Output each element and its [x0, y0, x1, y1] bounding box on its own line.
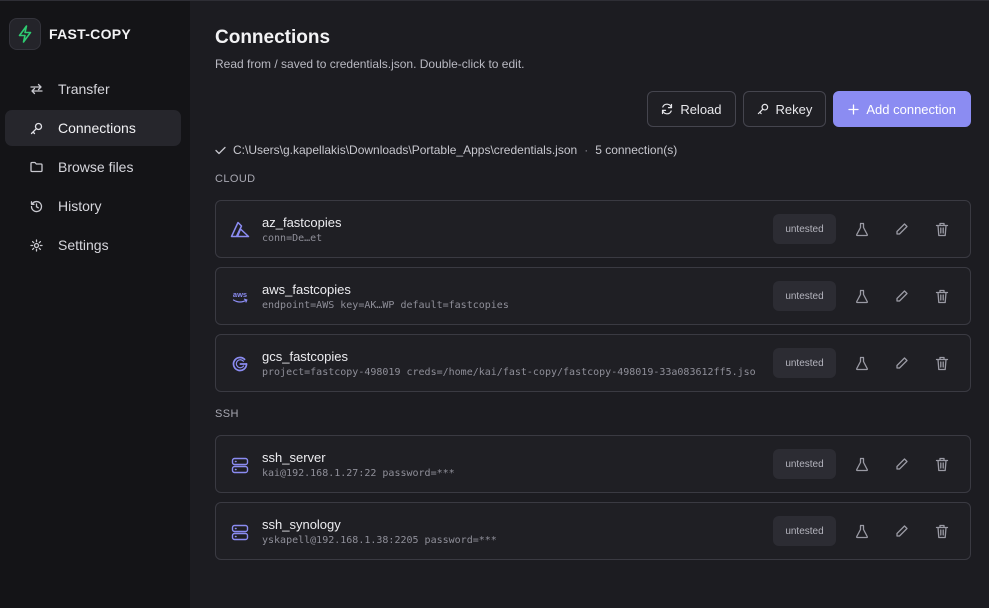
- edit-pencil-icon[interactable]: [892, 219, 912, 239]
- sidebar-nav: Transfer Connections Browse files Histor…: [5, 71, 181, 266]
- connection-name: aws_fastcopies: [262, 282, 351, 297]
- toolbar: Reload Rekey Add connection: [647, 91, 971, 127]
- connection-detail: yskapell@192.168.1.38:2205 password=***: [262, 535, 497, 546]
- connection-card-ssh-server[interactable]: ssh_server kai@192.168.1.27:22 password=…: [215, 435, 971, 493]
- brand: FAST-COPY: [9, 18, 131, 50]
- aws-icon: aws: [230, 287, 250, 307]
- delete-trash-icon[interactable]: [932, 286, 952, 306]
- test-flask-icon[interactable]: [852, 286, 872, 306]
- section-heading-ssh: SSH: [215, 408, 239, 420]
- test-flask-icon[interactable]: [852, 521, 872, 541]
- sidebar-item-label: History: [58, 198, 102, 214]
- connection-detail: project=fastcopy-498019 creds=/home/kai/…: [262, 367, 756, 378]
- key-icon: [29, 121, 43, 135]
- gear-icon: [29, 238, 43, 252]
- edit-pencil-icon[interactable]: [892, 521, 912, 541]
- app-name: FAST-COPY: [49, 26, 132, 42]
- sidebar-item-history[interactable]: History: [5, 188, 181, 224]
- connection-count: 5 connection(s): [595, 143, 678, 157]
- credentials-status: C:\Users\g.kapellakis\Downloads\Portable…: [215, 143, 677, 157]
- add-connection-label: Add connection: [866, 101, 956, 117]
- server-icon: [230, 455, 250, 475]
- reload-label: Reload: [680, 101, 722, 117]
- sidebar-item-label: Transfer: [58, 81, 110, 97]
- edit-pencil-icon[interactable]: [892, 353, 912, 373]
- edit-pencil-icon[interactable]: [892, 454, 912, 474]
- arrows-swap-icon: [29, 82, 43, 96]
- status-badge: untested: [773, 214, 836, 244]
- sidebar: FAST-COPY Transfer Connections Browse fi…: [0, 1, 190, 608]
- refresh-icon: [661, 103, 673, 115]
- connection-name: ssh_server: [262, 450, 326, 465]
- credentials-path: C:\Users\g.kapellakis\Downloads\Portable…: [233, 143, 578, 157]
- status-badge: untested: [773, 281, 836, 311]
- server-icon: [230, 522, 250, 542]
- delete-trash-icon[interactable]: [932, 521, 952, 541]
- connection-name: gcs_fastcopies: [262, 349, 348, 364]
- sidebar-item-settings[interactable]: Settings: [5, 227, 181, 263]
- sidebar-item-label: Settings: [58, 237, 109, 253]
- history-icon: [29, 199, 43, 213]
- connection-detail: endpoint=AWS key=AK…WP default=fastcopie…: [262, 300, 509, 311]
- connection-detail: kai@192.168.1.27:22 password=***: [262, 468, 455, 479]
- delete-trash-icon[interactable]: [932, 454, 952, 474]
- folder-icon: [29, 160, 43, 174]
- status-separator: ·: [584, 143, 589, 157]
- delete-trash-icon[interactable]: [932, 219, 952, 239]
- connection-card-gcs[interactable]: gcs_fastcopies project=fastcopy-498019 c…: [215, 334, 971, 392]
- status-badge: untested: [773, 449, 836, 479]
- lightning-bolt-icon: [9, 18, 41, 50]
- azure-icon: [230, 220, 250, 240]
- check-icon: [215, 146, 226, 155]
- sidebar-item-label: Connections: [58, 120, 136, 136]
- test-flask-icon[interactable]: [852, 353, 872, 373]
- rekey-button[interactable]: Rekey: [742, 91, 827, 127]
- status-badge: untested: [773, 348, 836, 378]
- connection-card-az[interactable]: az_fastcopies conn=De…et untested: [215, 200, 971, 258]
- sidebar-item-browse-files[interactable]: Browse files: [5, 149, 181, 185]
- test-flask-icon[interactable]: [852, 219, 872, 239]
- google-icon: [230, 354, 250, 374]
- connection-detail: conn=De…et: [262, 233, 323, 244]
- sidebar-item-connections[interactable]: Connections: [5, 110, 181, 146]
- rekey-label: Rekey: [775, 101, 813, 117]
- sidebar-item-transfer[interactable]: Transfer: [5, 71, 181, 107]
- test-flask-icon[interactable]: [852, 454, 872, 474]
- connection-name: ssh_synology: [262, 517, 341, 532]
- connection-card-aws[interactable]: aws aws_fastcopies endpoint=AWS key=AK…W…: [215, 267, 971, 325]
- status-badge: untested: [773, 516, 836, 546]
- reload-button[interactable]: Reload: [647, 91, 736, 127]
- edit-pencil-icon[interactable]: [892, 286, 912, 306]
- add-connection-button[interactable]: Add connection: [833, 91, 971, 127]
- svg-text:aws: aws: [233, 290, 247, 299]
- page-subtitle: Read from / saved to credentials.json. D…: [215, 57, 525, 71]
- delete-trash-icon[interactable]: [932, 353, 952, 373]
- key-icon: [757, 103, 769, 115]
- sidebar-item-label: Browse files: [58, 159, 134, 175]
- connection-name: az_fastcopies: [262, 215, 342, 230]
- section-heading-cloud: CLOUD: [215, 173, 256, 185]
- plus-icon: [848, 103, 860, 115]
- page-title: Connections: [215, 27, 331, 48]
- connection-card-ssh-synology[interactable]: ssh_synology yskapell@192.168.1.38:2205 …: [215, 502, 971, 560]
